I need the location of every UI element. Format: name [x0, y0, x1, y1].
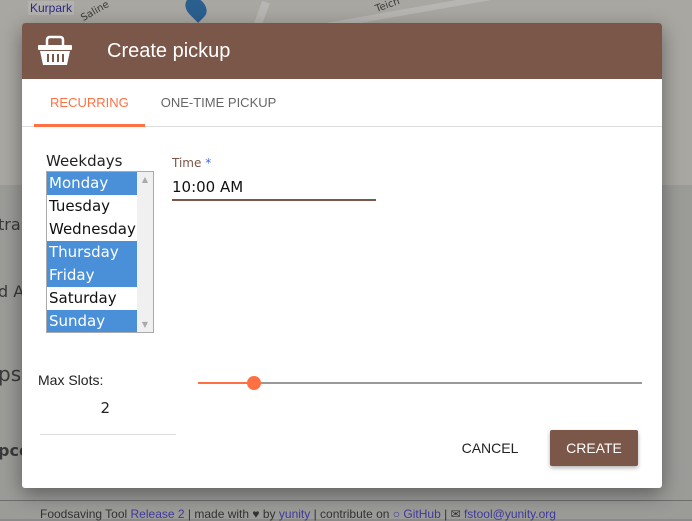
weekdays-select[interactable]: Monday Tuesday Wednesday Thursday Friday…: [46, 171, 154, 333]
required-mark: *: [205, 156, 212, 170]
scroll-down-arrow-icon[interactable]: ▼: [137, 320, 153, 329]
dialog-header: Create pickup: [22, 23, 662, 79]
weekday-option-wednesday[interactable]: Wednesday: [47, 218, 137, 241]
basket-icon: [38, 35, 72, 65]
weekday-option-saturday[interactable]: Saturday: [47, 287, 137, 310]
cancel-button[interactable]: CANCEL: [450, 430, 530, 466]
background-text: ps: [0, 362, 22, 386]
weekday-option-thursday[interactable]: Thursday: [47, 241, 137, 264]
max-slots-slider[interactable]: [198, 375, 642, 391]
tab-bar: RECURRING ONE-TIME PICKUP: [22, 79, 662, 127]
create-button[interactable]: CREATE: [550, 430, 638, 466]
slider-fill: [198, 382, 254, 384]
max-slots-value: 2: [100, 399, 110, 417]
weekday-option-sunday[interactable]: Sunday: [47, 310, 137, 332]
footer: Foodsaving Tool Release 2 | made with ♥ …: [0, 500, 692, 521]
weekday-option-tuesday[interactable]: Tuesday: [47, 195, 137, 218]
dialog-title: Create pickup: [107, 39, 231, 62]
slider-thumb[interactable]: [246, 376, 261, 390]
scroll-up-arrow-icon[interactable]: ▲: [137, 175, 153, 184]
weekdays-label: Weekdays: [46, 152, 123, 170]
weekday-option-monday[interactable]: Monday: [47, 172, 137, 195]
divider: [40, 434, 176, 435]
time-label-text: Time: [172, 156, 202, 170]
map-label: Saline: [79, 0, 112, 24]
tab-recurring[interactable]: RECURRING: [34, 79, 145, 127]
create-pickup-dialog: Create pickup RECURRING ONE-TIME PICKUP …: [22, 23, 662, 488]
time-input[interactable]: [172, 175, 376, 201]
background-text: d A: [0, 282, 25, 301]
map-label: Kurpark: [28, 1, 75, 15]
time-label: Time *: [172, 156, 211, 170]
tab-one-time-pickup[interactable]: ONE-TIME PICKUP: [145, 79, 293, 126]
map-marker-icon[interactable]: [181, 0, 211, 23]
weekday-option-friday[interactable]: Friday: [47, 264, 137, 287]
max-slots-label: Max Slots:: [38, 372, 104, 388]
scrollbar[interactable]: ▲ ▼: [137, 172, 153, 332]
slider-track[interactable]: [198, 382, 642, 384]
